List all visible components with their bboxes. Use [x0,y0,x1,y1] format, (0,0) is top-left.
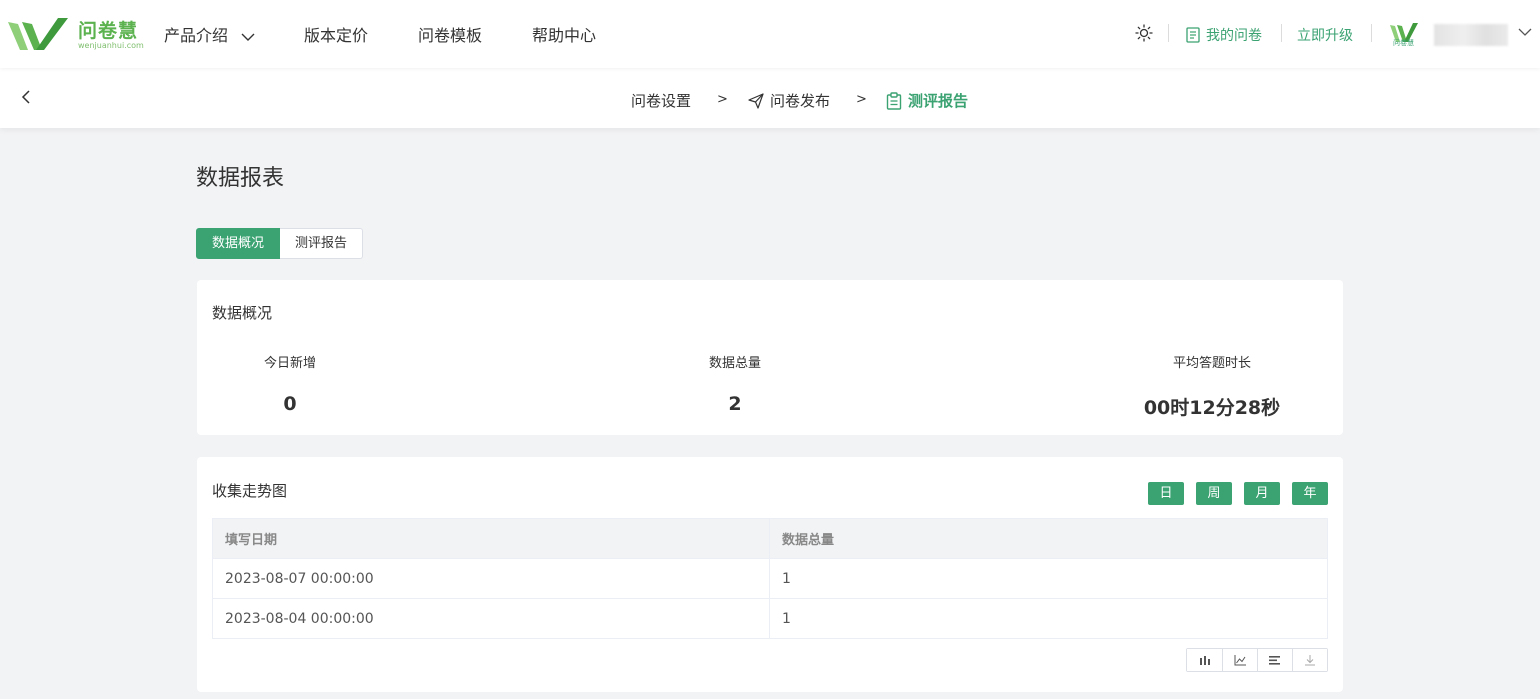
upgrade-link[interactable]: 立即升级 [1297,25,1353,45]
overview-title: 数据概况 [212,304,273,322]
my-survey-link[interactable]: 我的问卷 [1186,25,1262,45]
tab-evaluation-report[interactable]: 测评报告 [280,228,364,259]
chevron-down-icon [241,33,255,41]
download-tool[interactable] [1292,649,1327,671]
step-separator: > [717,92,728,107]
nav-label: 产品介绍 [164,26,229,45]
chart-toolbar [1186,648,1328,672]
period-month-button[interactable]: 月 [1244,482,1280,505]
stat-label: 数据总量 [708,356,761,371]
overview-card: 数据概况 今日新增 0 数据总量 2 平均答题时长 00时12分28秒 [197,280,1343,435]
step-separator: > [856,92,867,107]
table-header-row: 填写日期 数据总量 [212,518,1328,559]
stat-value: 00时12分28秒 [1143,397,1281,419]
clipboard-icon [886,91,902,110]
stat-label: 平均答题时长 [1172,356,1251,371]
step-survey-publish[interactable]: 问卷发布 [748,90,830,111]
cell-total: 1 [769,558,1328,599]
trend-title: 收集走势图 [212,482,288,500]
step-evaluation-report[interactable]: 测评报告 [886,90,968,111]
stat-avg-duration: 平均答题时长 00时12分28秒 [1132,352,1292,420]
step-survey-settings[interactable]: 问卷设置 [631,90,691,111]
logo-w-icon [8,18,68,50]
stat-today-new: 今日新增 0 [245,352,335,415]
nav-help-center[interactable]: 帮助中心 [532,22,596,46]
chevron-down-icon[interactable] [1518,27,1532,37]
line-chart-icon [1234,654,1246,665]
nav-pricing[interactable]: 版本定价 [304,22,368,46]
logo-subtext: wenjuanhui.com [78,41,144,50]
column-header-total: 数据总量 [769,518,1328,559]
page-title: 数据报表 [196,166,285,191]
cell-date: 2023-08-04 00:00:00 [212,598,770,639]
nav-product-intro[interactable]: 产品介绍 [164,22,255,46]
divider [1371,24,1372,42]
cell-total: 1 [769,598,1328,639]
tab-data-overview[interactable]: 数据概况 [196,228,281,259]
data-view-tool[interactable] [1257,649,1292,671]
line-chart-tool[interactable] [1222,649,1257,671]
step-label: 问卷设置 [631,92,692,110]
stat-label: 今日新增 [263,356,316,371]
cell-date: 2023-08-07 00:00:00 [212,558,770,599]
bar-chart-icon [1199,656,1210,665]
report-tabs: 数据概况 测评报告 [196,228,364,259]
data-view-icon [1269,656,1280,665]
period-year-button[interactable]: 年 [1292,482,1328,505]
back-arrow-icon[interactable] [20,90,32,104]
bar-chart-tool[interactable] [1187,649,1222,671]
step-label: 问卷发布 [770,92,831,110]
step-bar: 问卷设置 > 问卷发布 > 测评报告 [0,68,1540,128]
step-label: 测评报告 [908,92,969,110]
divider [1168,24,1169,42]
avatar-label: 问卷慧 [1393,39,1414,47]
table-row: 2023-08-07 00:00:00 1 [212,558,1328,599]
stat-value: 2 [728,393,742,415]
period-week-button[interactable]: 周 [1196,482,1232,505]
logo-text: 问卷慧 [78,20,139,42]
divider [1281,24,1282,42]
top-header: 问卷慧 wenjuanhui.com 产品介绍 版本定价 问卷模板 帮助中心 我… [0,0,1540,68]
period-buttons: 日 周 月 年 [1148,482,1328,505]
username-blurred[interactable] [1434,24,1508,46]
stat-total: 数据总量 2 [690,352,780,415]
column-header-date: 填写日期 [212,518,770,559]
trend-card: 收集走势图 日 周 月 年 填写日期 数据总量 2023-08-07 00:00… [197,457,1343,692]
sun-icon[interactable] [1135,24,1153,42]
trend-table: 填写日期 数据总量 2023-08-07 00:00:00 1 2023-08-… [212,518,1328,639]
stat-value: 0 [283,393,297,415]
logo[interactable]: 问卷慧 wenjuanhui.com [6,14,146,54]
nav-templates[interactable]: 问卷模板 [418,22,482,46]
my-survey-label: 我的问卷 [1206,28,1262,44]
download-icon [1305,654,1315,665]
document-icon [1186,27,1200,43]
table-row: 2023-08-04 00:00:00 1 [212,598,1328,639]
send-icon [748,92,764,109]
period-day-button[interactable]: 日 [1148,482,1184,505]
